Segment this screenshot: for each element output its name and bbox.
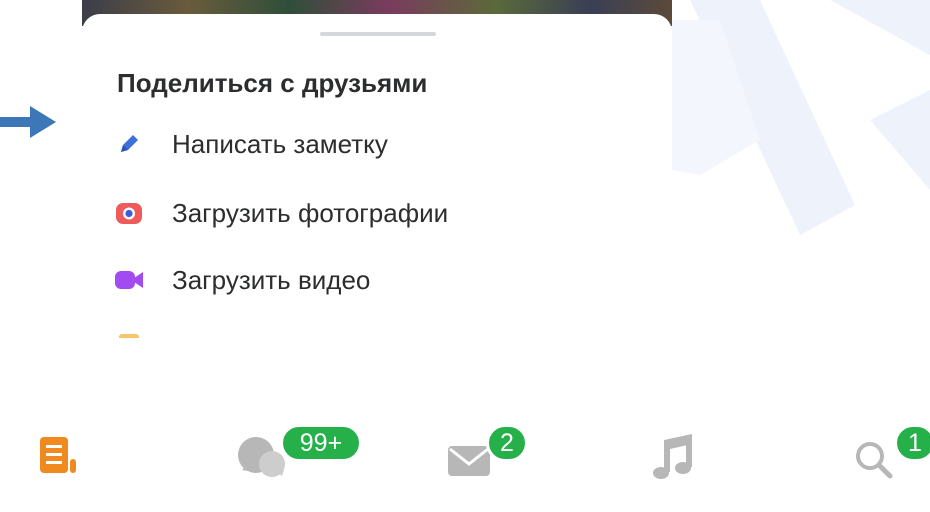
tab-messages[interactable]: 2 [446,424,536,494]
menu-item-write-note[interactable]: Написать заметку [112,124,632,164]
music-note-icon [653,434,692,479]
discussions-badge: 99+ [280,424,362,462]
tab-search[interactable]: 1 [850,424,930,494]
sheet-drag-handle[interactable] [320,32,436,36]
menu-item-upload-photos[interactable]: Загрузить фотографии [112,193,632,233]
menu-item-upload-video[interactable]: Загрузить видео [112,260,632,300]
pencil-icon [112,127,146,161]
menu-item-label: Написать заметку [172,128,388,159]
tab-music[interactable] [650,424,710,494]
next-item-icon-peek [119,334,139,338]
search-badge: 1 [894,424,930,462]
bottom-tab-bar: 99+ 2 1 [0,400,930,512]
share-sheet: Поделиться с друзьями Написать заметку З… [82,14,672,338]
arrow-right-icon [0,106,56,138]
tab-feed[interactable] [36,424,96,494]
sheet-title: Поделиться с друзьями [117,68,428,98]
search-icon [856,442,893,479]
tab-discussions[interactable]: 99+ [234,424,364,494]
messages-badge: 2 [486,424,528,462]
camera-icon [112,196,146,230]
menu-item-label: Загрузить видео [172,264,371,295]
video-camera-icon [112,263,146,297]
feed-icon [40,437,76,473]
menu-item-label: Загрузить фотографии [172,197,449,228]
